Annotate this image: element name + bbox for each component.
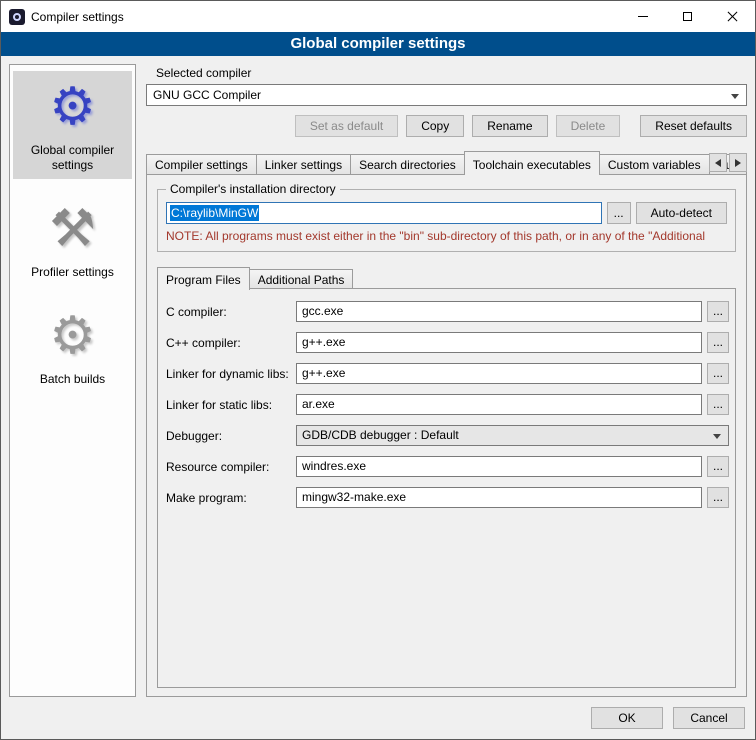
field-row-debugger: Debugger: GDB/CDB debugger : Default [166, 425, 729, 446]
rename-button[interactable]: Rename [472, 115, 547, 137]
chevron-down-icon [731, 94, 739, 99]
tab-toolchain-executables[interactable]: Toolchain executables [464, 151, 600, 175]
sidebar-item-label: Global compiler settings [15, 143, 130, 173]
dynamic-linker-input[interactable]: g++.exe [296, 363, 702, 384]
subtab-additional-paths[interactable]: Additional Paths [249, 269, 354, 289]
titlebar: Compiler settings [1, 1, 755, 32]
static-linker-browse-button[interactable]: ... [707, 394, 729, 415]
settings-sidebar: ⚙ Global compiler settings ⚒ Profiler se… [9, 64, 136, 697]
cancel-button[interactable]: Cancel [673, 707, 745, 729]
compiler-select[interactable]: GNU GCC Compiler [146, 84, 747, 106]
main-panel: Selected compiler GNU GCC Compiler Set a… [146, 64, 747, 697]
auto-detect-button[interactable]: Auto-detect [636, 202, 727, 224]
tabs-viewport: Compiler settings Linker settings Search… [146, 151, 747, 175]
field-row-resource-compiler: Resource compiler: windres.exe ... [166, 456, 729, 477]
sidebar-item-label: Batch builds [40, 372, 105, 387]
tab-compiler-settings[interactable]: Compiler settings [146, 154, 257, 175]
resource-compiler-input[interactable]: windres.exe [296, 456, 702, 477]
sidebar-item-label: Profiler settings [31, 265, 114, 280]
dialog-footer: OK Cancel [1, 697, 755, 739]
maximize-icon [683, 12, 692, 21]
field-label: Linker for dynamic libs: [166, 367, 296, 381]
tab-custom-variables[interactable]: Custom variables [599, 154, 710, 175]
c-compiler-input[interactable]: gcc.exe [296, 301, 702, 322]
selected-compiler-label: Selected compiler [156, 66, 747, 80]
field-row-c-compiler: C compiler: gcc.exe ... [166, 301, 729, 322]
debugger-select[interactable]: GDB/CDB debugger : Default [296, 425, 729, 446]
field-row-dynamic-linker: Linker for dynamic libs: g++.exe ... [166, 363, 729, 384]
program-files-tabstrip: Program Files Additional Paths [157, 266, 736, 289]
debugger-select-value: GDB/CDB debugger : Default [302, 428, 459, 442]
gear-icon: ⚙ [49, 75, 96, 139]
chevron-down-icon [713, 434, 721, 439]
copy-button[interactable]: Copy [406, 115, 464, 137]
delete-button[interactable]: Delete [556, 115, 621, 137]
field-label: Debugger: [166, 429, 296, 443]
tab-linker-settings[interactable]: Linker settings [256, 154, 351, 175]
field-label: C compiler: [166, 305, 296, 319]
installation-directory-group: Compiler's installation directory C:\ray… [157, 189, 736, 252]
resource-compiler-browse-button[interactable]: ... [707, 456, 729, 477]
tab-scroll-right-button[interactable] [729, 153, 747, 172]
reset-defaults-button[interactable]: Reset defaults [640, 115, 747, 137]
cpp-compiler-input[interactable]: g++.exe [296, 332, 702, 353]
app-icon [9, 9, 25, 25]
program-files-page: C compiler: gcc.exe ... C++ compiler: g+… [157, 288, 736, 688]
compiler-button-row: Set as default Copy Rename Delete Reset … [146, 115, 747, 137]
settings-tabstrip: Compiler settings Linker settings Search… [146, 150, 747, 175]
field-label: Linker for static libs: [166, 398, 296, 412]
installation-directory-input[interactable]: C:\raylib\MinGW [166, 202, 602, 224]
installation-directory-title: Compiler's installation directory [166, 182, 340, 196]
arrow-right-icon [735, 159, 741, 167]
set-as-default-button[interactable]: Set as default [295, 115, 398, 137]
field-row-make-program: Make program: mingw32-make.exe ... [166, 487, 729, 508]
minimize-button[interactable] [620, 1, 665, 32]
field-row-static-linker: Linker for static libs: ar.exe ... [166, 394, 729, 415]
profiler-tool-icon: ⚒ [49, 197, 96, 261]
field-label: C++ compiler: [166, 336, 296, 350]
c-compiler-browse-button[interactable]: ... [707, 301, 729, 322]
field-row-cpp-compiler: C++ compiler: g++.exe ... [166, 332, 729, 353]
sidebar-item-profiler-settings[interactable]: ⚒ Profiler settings [13, 193, 132, 286]
installation-directory-row: C:\raylib\MinGW ... Auto-detect [166, 202, 727, 224]
dialog-header: Global compiler settings [1, 32, 755, 56]
tab-scroll-left-button[interactable] [709, 153, 727, 172]
minimize-icon [638, 16, 648, 17]
toolchain-executables-page: Compiler's installation directory C:\ray… [146, 174, 747, 697]
close-icon [727, 11, 738, 22]
installation-note: NOTE: All programs must exist either in … [166, 229, 727, 243]
browse-directory-button[interactable]: ... [607, 202, 631, 224]
static-linker-input[interactable]: ar.exe [296, 394, 702, 415]
field-label: Make program: [166, 491, 296, 505]
dynamic-linker-browse-button[interactable]: ... [707, 363, 729, 384]
compiler-settings-window: Compiler settings Global compiler settin… [0, 0, 756, 740]
close-button[interactable] [710, 1, 755, 32]
window-title: Compiler settings [31, 10, 620, 24]
field-label: Resource compiler: [166, 460, 296, 474]
maximize-button[interactable] [665, 1, 710, 32]
tab-scroll-controls [709, 153, 747, 172]
sidebar-item-batch-builds[interactable]: ⚙ Batch builds [13, 300, 132, 393]
compiler-select-value: GNU GCC Compiler [153, 88, 261, 102]
sidebar-item-global-compiler-settings[interactable]: ⚙ Global compiler settings [13, 71, 132, 179]
subtab-program-files[interactable]: Program Files [157, 267, 250, 290]
ok-button[interactable]: OK [591, 707, 663, 729]
batch-gears-icon: ⚙ [49, 304, 96, 368]
tab-search-directories[interactable]: Search directories [350, 154, 465, 175]
make-program-input[interactable]: mingw32-make.exe [296, 487, 702, 508]
arrow-left-icon [715, 159, 721, 167]
dialog-body: ⚙ Global compiler settings ⚒ Profiler se… [1, 56, 755, 697]
path-selected-text: C:\raylib\MinGW [170, 205, 259, 221]
make-program-browse-button[interactable]: ... [707, 487, 729, 508]
cpp-compiler-browse-button[interactable]: ... [707, 332, 729, 353]
